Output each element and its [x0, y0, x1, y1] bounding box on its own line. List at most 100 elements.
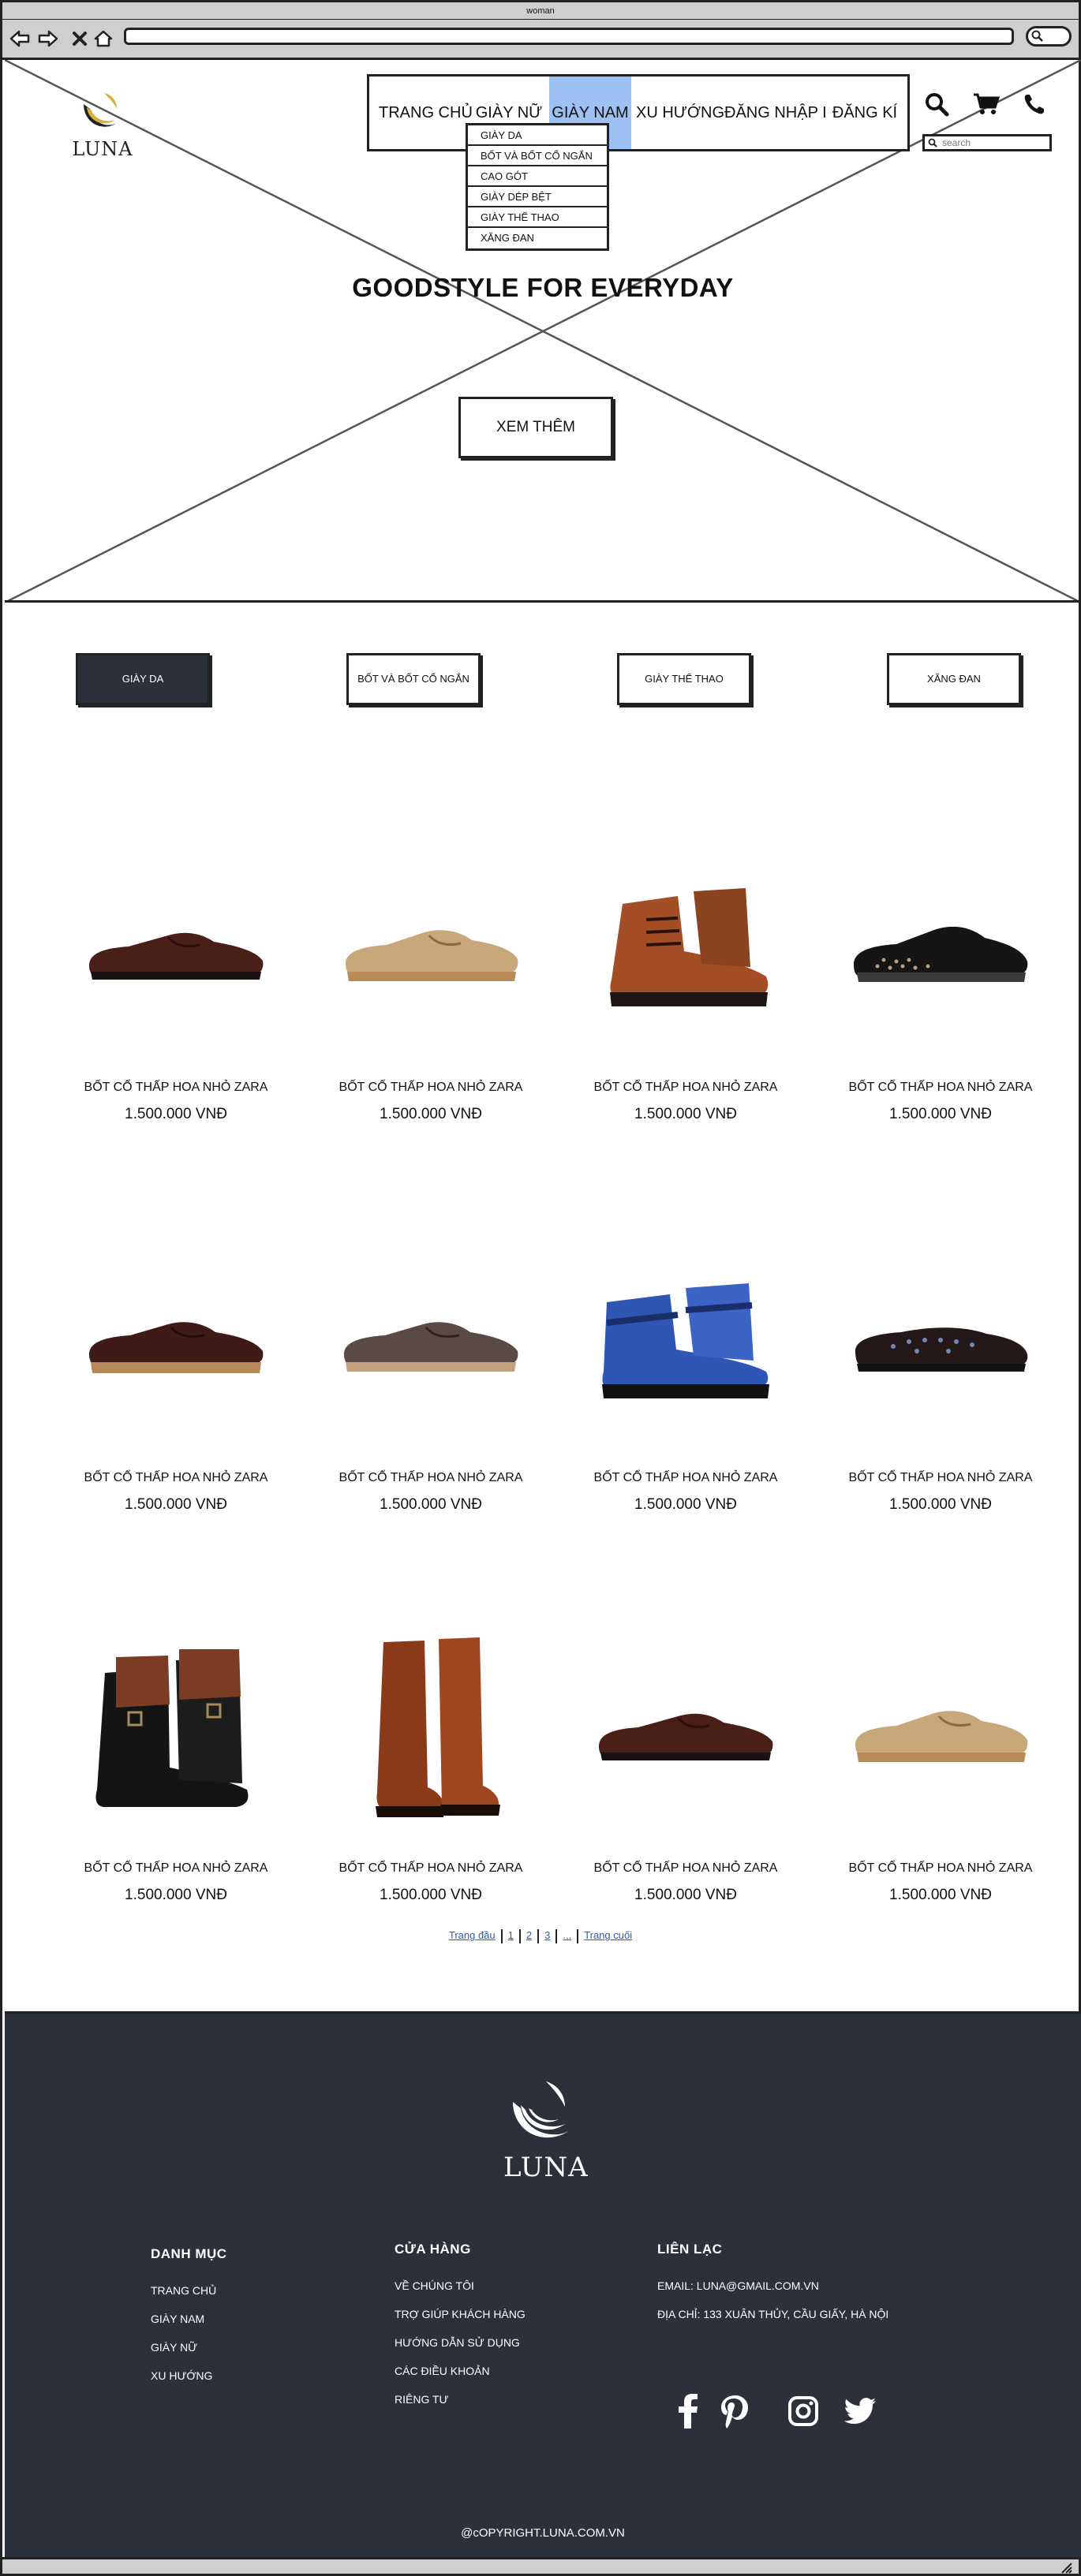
- footer-link-men[interactable]: GIÀY NAM: [151, 2313, 227, 2325]
- footer-logo-text: LUNA: [503, 2152, 589, 2183]
- footer-col-categories: DANH MỤC TRANG CHỦ GIÀY NAM GIÀY NỮ XU H…: [151, 2246, 227, 2398]
- product-name[interactable]: BỐT CỔ THẤP HOA NHỎ ZARA: [328, 1081, 533, 1095]
- footer-col-title: DANH MỤC: [151, 2246, 227, 2261]
- product-card[interactable]: BỐT CỔ THẤP HOA NHỎ ZARA 1.500.000 VNĐ: [838, 1614, 1043, 1929]
- product-price: 1.500.000 VNĐ: [634, 1887, 737, 1903]
- search-small-icon: [928, 138, 937, 147]
- close-icon[interactable]: [69, 28, 91, 50]
- product-name[interactable]: BỐT CỔ THẤP HOA NHỎ ZARA: [73, 1471, 279, 1485]
- product-name[interactable]: BỐT CỔ THẤP HOA NHỎ ZARA: [583, 1471, 788, 1485]
- product-card[interactable]: BỐT CỔ THẤP HOA NHỎ ZARA 1.500.000 VNĐ: [838, 1223, 1043, 1539]
- product-image[interactable]: [583, 1223, 788, 1460]
- dropdown-item-high-heels[interactable]: CAO GÓT: [468, 166, 607, 187]
- footer-col-title: CỬA HÀNG: [395, 2242, 471, 2257]
- header-search-input[interactable]: search: [922, 134, 1052, 151]
- moon-logo-icon: [513, 2081, 570, 2138]
- footer-link-support[interactable]: TRỢ GIÚP KHÁCH HÀNG: [395, 2308, 526, 2320]
- instagram-icon[interactable]: [784, 2392, 822, 2430]
- product-card[interactable]: BỐT CỔ THẤP HOA NHỎ ZARA 1.500.000 VNĐ: [73, 833, 279, 1148]
- dropdown-item-sandals[interactable]: XĂNG ĐAN: [468, 228, 607, 248]
- footer-link-terms[interactable]: CÁC ĐIỀU KHOẢN: [395, 2365, 526, 2377]
- product-card[interactable]: BỐT CỔ THẤP HOA NHỎ ZARA 1.500.000 VNĐ: [328, 1223, 533, 1539]
- product-image[interactable]: [838, 1223, 1043, 1460]
- browser-search[interactable]: [1026, 26, 1072, 47]
- home-icon[interactable]: [92, 28, 114, 50]
- back-icon[interactable]: [9, 28, 31, 50]
- category-leather-shoes[interactable]: GIÀY DA: [76, 653, 210, 705]
- page-3[interactable]: 3: [539, 1929, 555, 1941]
- category-sneakers[interactable]: GIÀY THỂ THAO: [617, 653, 751, 705]
- see-more-button[interactable]: XEM THÊM: [458, 397, 613, 458]
- product-image[interactable]: [73, 1223, 279, 1460]
- footer-address: ĐỊA CHỈ: 133 XUÂN THỦY, CẦU GIẤY, HÀ NỘI: [657, 2308, 889, 2320]
- pagination: Trang đầu 1 2 3... Trang cuối: [2, 1929, 1079, 1943]
- footer-col-contact: LIÊN LẠC EMAIL: LUNA@GMAIL.COM.VN ĐỊA CH…: [657, 2242, 888, 2336]
- nav-item-trends[interactable]: XU HƯỚNG: [636, 77, 724, 149]
- product-image[interactable]: [583, 833, 788, 1070]
- address-bar[interactable]: [124, 28, 1014, 45]
- page-2[interactable]: 2: [521, 1929, 537, 1941]
- product-name[interactable]: BỐT CỔ THẤP HOA NHỎ ZARA: [838, 1081, 1043, 1095]
- product-image[interactable]: [838, 1614, 1043, 1850]
- product-name[interactable]: BỐT CỔ THẤP HOA NHỎ ZARA: [583, 1081, 788, 1095]
- page-frame: LUNA TRANG CHỦ GIÀY NỮ GIÀY NAM XU HƯỚNG…: [0, 60, 1081, 2557]
- footer-link-about[interactable]: VỀ CHÚNG TÔI: [395, 2279, 526, 2292]
- page-ellipsis[interactable]: ...: [557, 1929, 577, 1941]
- nav-item-register[interactable]: ĐĂNG KÍ: [829, 77, 901, 149]
- category-sandals[interactable]: XĂNG ĐAN: [887, 653, 1021, 705]
- product-image[interactable]: [73, 1614, 279, 1850]
- nav-item-home[interactable]: TRANG CHỦ: [379, 77, 473, 149]
- product-card[interactable]: BỐT CỔ THẤP HOA NHỎ ZARA 1.500.000 VNĐ: [73, 1223, 279, 1539]
- product-name[interactable]: BỐT CỔ THẤP HOA NHỎ ZARA: [73, 1861, 279, 1876]
- product-image[interactable]: [328, 1223, 533, 1460]
- footer-email[interactable]: EMAIL: LUNA@GMAIL.COM.VN: [657, 2279, 888, 2292]
- product-card[interactable]: BỐT CỔ THẤP HOA NHỎ ZARA 1.500.000 VNĐ: [328, 833, 533, 1148]
- product-image[interactable]: [328, 1614, 533, 1850]
- product-price: 1.500.000 VNĐ: [380, 1106, 482, 1122]
- product-card[interactable]: BỐT CỔ THẤP HOA NHỎ ZARA 1.500.000 VNĐ: [583, 833, 788, 1148]
- twitter-icon[interactable]: [841, 2392, 879, 2430]
- footer-logo[interactable]: LUNA: [503, 2078, 589, 2183]
- product-price: 1.500.000 VNĐ: [380, 1496, 482, 1513]
- product-card[interactable]: BỐT CỔ THẤP HOA NHỎ ZARA 1.500.000 VNĐ: [583, 1614, 788, 1929]
- product-name[interactable]: BỐT CỔ THẤP HOA NHỎ ZARA: [838, 1471, 1043, 1485]
- product-name[interactable]: BỐT CỔ THẤP HOA NHỎ ZARA: [328, 1861, 533, 1876]
- product-name[interactable]: BỐT CỔ THẤP HOA NHỎ ZARA: [838, 1861, 1043, 1876]
- pinterest-icon[interactable]: [716, 2392, 754, 2430]
- footer-link-privacy[interactable]: RIÊNG TƯ: [395, 2393, 526, 2406]
- facebook-icon[interactable]: [669, 2392, 707, 2430]
- product-card[interactable]: BỐT CỔ THẤP HOA NHỎ ZARA 1.500.000 VNĐ: [838, 833, 1043, 1148]
- product-image[interactable]: [73, 833, 279, 1070]
- product-card[interactable]: BỐT CỔ THẤP HOA NHỎ ZARA 1.500.000 VNĐ: [73, 1614, 279, 1929]
- nav-item-login[interactable]: ĐĂNG NHẬP I: [724, 77, 827, 149]
- phone-icon[interactable]: [1019, 88, 1050, 120]
- footer-link-guide[interactable]: HƯỚNG DẪN SỬ DỤNG: [395, 2336, 526, 2349]
- product-name[interactable]: BỐT CỔ THẤP HOA NHỎ ZARA: [583, 1861, 788, 1876]
- dropdown-item-sneakers[interactable]: GIÀY THỂ THAO: [468, 207, 607, 228]
- page-last[interactable]: Trang cuối: [578, 1929, 638, 1941]
- forward-icon[interactable]: [37, 28, 59, 50]
- page-1[interactable]: 1: [503, 1929, 519, 1941]
- footer-link-women[interactable]: GIÀY NỮ: [151, 2341, 227, 2354]
- dropdown-item-boots[interactable]: BỐT VÀ BỐT CỔ NGẮN: [468, 146, 607, 166]
- cart-icon[interactable]: [971, 88, 1002, 120]
- moon-logo-icon: [84, 93, 117, 127]
- product-name[interactable]: BỐT CỔ THẤP HOA NHỎ ZARA: [328, 1471, 533, 1485]
- footer-link-home[interactable]: TRANG CHỦ: [151, 2284, 227, 2297]
- product-card[interactable]: BỐT CỔ THẤP HOA NHỎ ZARA 1.500.000 VNĐ: [328, 1614, 533, 1929]
- footer-link-trends[interactable]: XU HƯỚNG: [151, 2369, 227, 2382]
- product-name[interactable]: BỐT CỔ THẤP HOA NHỎ ZARA: [73, 1081, 279, 1095]
- search-icon[interactable]: [921, 88, 952, 120]
- product-price: 1.500.000 VNĐ: [889, 1887, 992, 1903]
- product-image[interactable]: [838, 833, 1043, 1070]
- category-boots[interactable]: BỐT VÀ BỐT CỔ NGẮN: [346, 653, 481, 705]
- product-image[interactable]: [328, 833, 533, 1070]
- page-first[interactable]: Trang đầu: [443, 1929, 501, 1941]
- window-title: woman: [0, 0, 1081, 21]
- dropdown-item-flats[interactable]: GIÀY DÉP BỆT: [468, 187, 607, 207]
- product-card[interactable]: BỐT CỔ THẤP HOA NHỎ ZARA 1.500.000 VNĐ: [583, 1223, 788, 1539]
- product-image[interactable]: [583, 1614, 788, 1850]
- brand-logo[interactable]: LUNA: [71, 90, 134, 161]
- dropdown-item-leather-shoes[interactable]: GIÀY DA: [468, 125, 607, 146]
- resize-handle-icon[interactable]: [1060, 2561, 1072, 2574]
